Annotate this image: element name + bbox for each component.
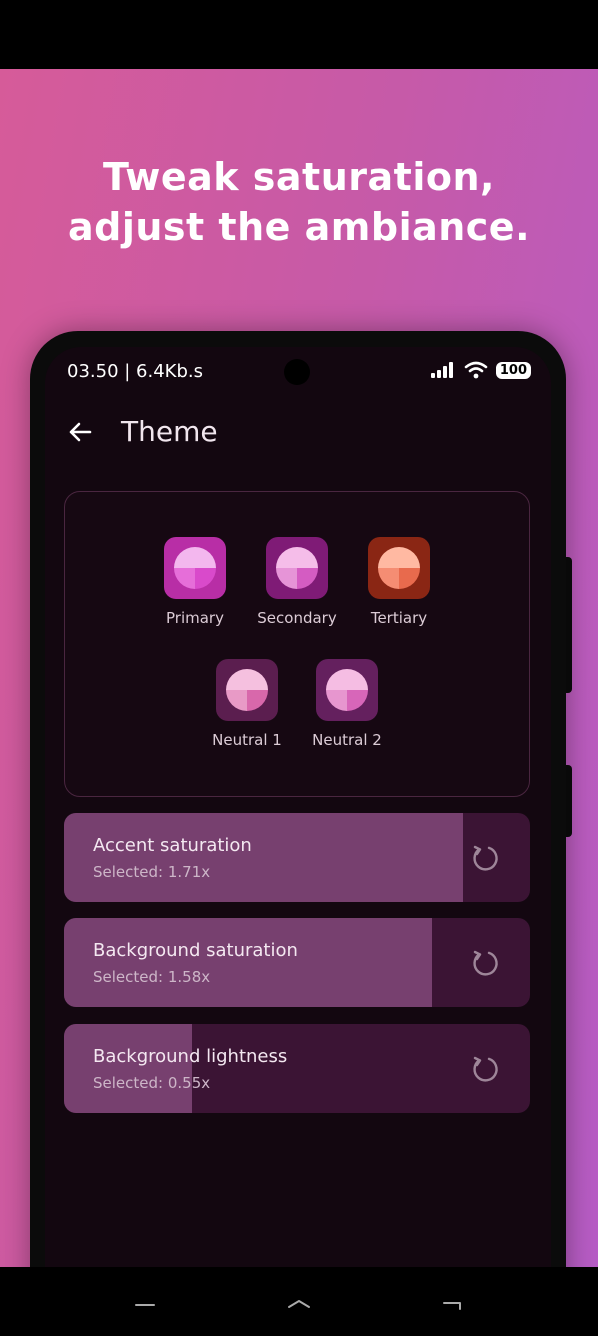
slider-selected-value: Selected: 1.58x <box>93 968 211 986</box>
reset-icon[interactable] <box>470 1054 500 1084</box>
swatch-top-half <box>174 547 216 568</box>
slider-title: Accent saturation <box>93 835 252 856</box>
swatch-top-half <box>326 669 368 690</box>
phone-frame: 03.50 | 6.4Kb.s 100 Theme Primary Second… <box>30 331 566 1267</box>
palette-circle-icon <box>326 669 368 711</box>
slider-title: Background saturation <box>93 940 298 961</box>
swatch-label: Primary <box>166 609 224 627</box>
swatch-tertiary[interactable]: Tertiary <box>349 537 449 627</box>
page-title: Theme <box>121 415 218 448</box>
slider-fill <box>64 1024 193 1113</box>
swatch-neutral-2-color <box>316 659 378 721</box>
slider-selected-value: Selected: 1.71x <box>93 863 211 881</box>
slider-fill <box>64 813 464 902</box>
swatch-bottom-left-quarter <box>378 568 399 589</box>
slider-selected-value: Selected: 0.55x <box>93 1074 211 1092</box>
system-navigation-bar <box>0 1267 598 1336</box>
swatch-top-half <box>276 547 318 568</box>
swatch-tertiary-color <box>368 537 430 599</box>
background-saturation-slider[interactable]: Background saturation Selected: 1.58x <box>64 918 530 1007</box>
palette-circle-icon <box>276 547 318 589</box>
top-black-bar <box>0 0 598 69</box>
swatch-neutral-1[interactable]: Neutral 1 <box>197 659 297 749</box>
home-icon[interactable] <box>286 1293 312 1313</box>
swatch-primary[interactable]: Primary <box>145 537 245 627</box>
swatch-label: Neutral 1 <box>212 731 282 749</box>
signal-icon <box>430 362 453 378</box>
swatch-neutral-1-color <box>216 659 278 721</box>
swatch-bottom-right-quarter <box>297 568 318 589</box>
swatch-primary-color <box>164 537 226 599</box>
reset-icon[interactable] <box>470 948 500 978</box>
accent-saturation-slider[interactable]: Accent saturation Selected: 1.71x <box>64 813 530 902</box>
palette-circle-icon <box>174 547 216 589</box>
swatch-bottom-right-quarter <box>347 690 368 711</box>
swatch-bottom-right-quarter <box>247 690 268 711</box>
palette-circle-icon <box>226 669 268 711</box>
front-camera <box>284 359 310 385</box>
swatch-neutral-2[interactable]: Neutral 2 <box>297 659 397 749</box>
swatch-label: Neutral 2 <box>312 731 382 749</box>
status-time-speed: 03.50 | 6.4Kb.s <box>67 361 203 382</box>
phone-screen: 03.50 | 6.4Kb.s 100 Theme Primary Second… <box>45 347 551 1267</box>
swatch-top-half <box>226 669 268 690</box>
background-lightness-slider[interactable]: Background lightness Selected: 0.55x <box>64 1024 530 1113</box>
palette-card: Primary Secondary Tertiary Neutral 1 Neu… <box>64 491 530 797</box>
swatch-bottom-right-quarter <box>195 568 216 589</box>
phone-volume-button <box>566 765 572 837</box>
wifi-icon <box>464 361 488 379</box>
reset-icon[interactable] <box>470 843 500 873</box>
swatch-top-half <box>378 547 420 568</box>
slider-title: Background lightness <box>93 1046 288 1067</box>
promo-headline-line1: Tweak saturation, <box>103 155 495 199</box>
swatch-bottom-right-quarter <box>399 568 420 589</box>
phone-power-button <box>566 557 572 693</box>
recents-icon[interactable] <box>440 1293 466 1313</box>
swatch-secondary[interactable]: Secondary <box>247 537 347 627</box>
swatch-bottom-left-quarter <box>226 690 247 711</box>
arrow-left-icon[interactable] <box>65 417 95 447</box>
slider-fill <box>64 918 433 1007</box>
back-icon[interactable] <box>132 1293 158 1313</box>
swatch-secondary-color <box>266 537 328 599</box>
swatch-label: Secondary <box>257 609 337 627</box>
swatch-bottom-left-quarter <box>276 568 297 589</box>
battery-icon: 100 <box>495 361 531 379</box>
swatch-bottom-left-quarter <box>326 690 347 711</box>
promo-headline-line2: adjust the ambiance. <box>67 205 531 249</box>
palette-circle-icon <box>378 547 420 589</box>
promo-background: Tweak saturation, adjust the ambiance. 0… <box>0 69 598 1267</box>
swatch-bottom-left-quarter <box>174 568 195 589</box>
swatch-label: Tertiary <box>370 609 428 627</box>
status-icons: 100 <box>430 361 531 379</box>
